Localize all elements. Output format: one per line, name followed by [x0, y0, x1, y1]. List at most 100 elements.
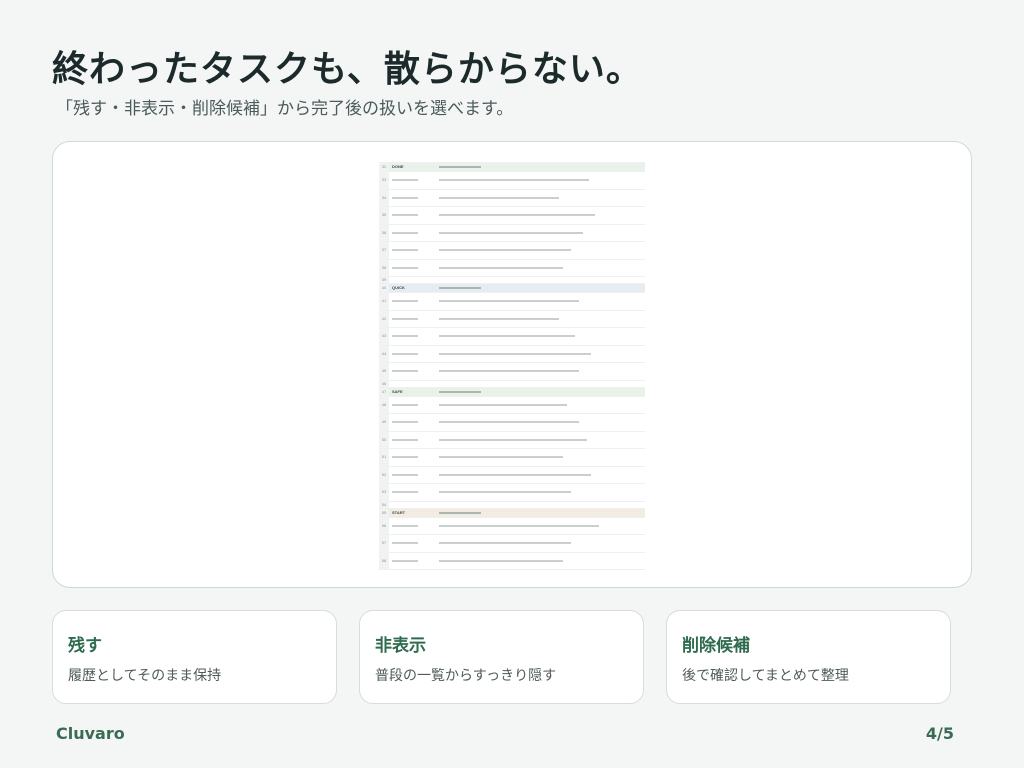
- page-number: 4/5: [925, 724, 954, 743]
- sheet-row-number: 53: [379, 484, 389, 501]
- sheet-row-number: 34: [379, 189, 389, 206]
- sheet-row-number: 41: [379, 293, 389, 310]
- sheet-cell-text: [439, 491, 571, 494]
- sheet-row-number: 44: [379, 345, 389, 362]
- sheet-row: 43: [379, 328, 645, 346]
- slide-headline: 終わったタスクも、散らからない。: [52, 49, 643, 90]
- sheet-row: 56: [379, 517, 645, 535]
- sheet-section-header: 47 SAFE: [379, 387, 645, 397]
- sheet-row-number: 54: [379, 501, 389, 508]
- sheet-cell-label: [392, 491, 418, 494]
- option-title: 非表示: [375, 636, 426, 656]
- sheet-row-number: 58: [379, 552, 389, 569]
- sheet-row: 52: [379, 466, 645, 484]
- sheet-cell-text: [439, 231, 583, 234]
- sheet-row: 41: [379, 293, 645, 311]
- sheet-row-blank: [379, 156, 645, 163]
- sheet-row-number: 51: [379, 449, 389, 466]
- sheet-cell-text: [439, 249, 571, 252]
- sheet-row-blank: 46: [379, 380, 645, 388]
- sheet-cell-label: [392, 473, 418, 476]
- sheet-row: 42: [379, 310, 645, 328]
- sheet-section-label: SAFE: [392, 388, 403, 394]
- sheet-cell-text: [439, 179, 589, 182]
- option-title: 残す: [68, 636, 102, 656]
- sheet-row: 49: [379, 414, 645, 432]
- sheet-row-number: 38: [379, 259, 389, 276]
- sheet-row: 35: [379, 207, 645, 225]
- sheet-row: 37: [379, 242, 645, 260]
- sheet-row-number: 35: [379, 207, 389, 224]
- slide-subline: 「残す・非表示・削除候補」から完了後の扱いを選べます。: [56, 99, 514, 119]
- sheet-row: 38: [379, 259, 645, 277]
- option-card-keep: 残す 履歴としてそのまま保持: [52, 610, 337, 704]
- sheet-cell-label: [392, 403, 418, 406]
- sheet-row: 36: [379, 224, 645, 242]
- sheet-row: 50: [379, 431, 645, 449]
- sheet-cell-text: [439, 266, 563, 269]
- option-card-delete-candidate: 削除候補 後で確認してまとめて整理: [666, 610, 951, 704]
- sheet-row-number: 47: [379, 387, 389, 396]
- sheet-row-number: 45: [379, 363, 389, 380]
- option-card-hide: 非表示 普段の一覧からすっきり隠す: [359, 610, 644, 704]
- sheet-cell-text: [439, 300, 579, 303]
- sheet-cell-text: [439, 524, 599, 527]
- sheet-cell-label: [392, 335, 418, 338]
- sheet-row: 53: [379, 484, 645, 502]
- sheet-row: 57: [379, 535, 645, 553]
- sheet-row-number: 57: [379, 535, 389, 552]
- sheet-section-caption: [439, 390, 481, 393]
- sheet-row-number: 42: [379, 310, 389, 327]
- sheet-section-header: 40 QUICK: [379, 284, 645, 293]
- sheet-row-number: 43: [379, 328, 389, 345]
- sheet-section-label: START: [392, 509, 406, 515]
- sheet-row-number: 33: [379, 172, 389, 189]
- sheet-cell-label: [392, 317, 418, 320]
- sheet-cell-label: [392, 352, 418, 355]
- sheet-cell-text: [439, 559, 563, 562]
- sheet-cell-text: [439, 317, 559, 320]
- sheet-section-caption: [439, 287, 481, 289]
- sheet-row-number: 48: [379, 396, 389, 413]
- sheet-section-caption: [439, 166, 481, 168]
- sheet-cell-text: [439, 438, 587, 441]
- option-description: 後で確認してまとめて整理: [682, 668, 849, 684]
- sheet-cell-label: [392, 266, 418, 269]
- sheet-cell-text: [439, 214, 595, 217]
- sheet-row-number: 46: [379, 380, 389, 387]
- sheet-row-number: 55: [379, 508, 389, 517]
- sheet-cell-text: [439, 542, 571, 545]
- sheet-row-number: 40: [379, 284, 389, 292]
- sheet-row-number: 52: [379, 466, 389, 483]
- sheet-cell-label: [392, 370, 418, 373]
- sheet-row: 44: [379, 345, 645, 363]
- sheet-section-label: QUICK: [392, 285, 405, 290]
- sheet-cell-text: [439, 403, 567, 406]
- sheet-row: 58: [379, 552, 645, 570]
- sheet-cell-label: [392, 456, 418, 459]
- sheet-screenshot: 32 DONE 33 34 35 36 37 38 39 40 QUICK 41 42 43 44 45 46 4…: [379, 156, 645, 570]
- sheet-cell-label: [392, 438, 418, 441]
- brand-name: Cluvaro: [56, 724, 125, 743]
- sheet-cell-label: [392, 231, 418, 234]
- sheet-cell-label: [392, 249, 418, 252]
- sheet-row-number: 32: [379, 163, 389, 171]
- sheet-row-blank: 54: [379, 501, 645, 509]
- sheet-section-header: 55 START: [379, 508, 645, 518]
- sheet-cell-label: [392, 421, 418, 424]
- sheet-row-number: 36: [379, 224, 389, 241]
- sheet-cell-text: [439, 473, 591, 476]
- option-description: 普段の一覧からすっきり隠す: [375, 668, 557, 684]
- sheet-cell-label: [392, 559, 418, 562]
- sheet-section-label: DONE: [392, 164, 404, 169]
- sheet-row: 33: [379, 172, 645, 190]
- sheet-row-number: 56: [379, 517, 389, 534]
- sheet-row-blank: 39: [379, 277, 645, 284]
- sheet-row-number: 50: [379, 431, 389, 448]
- sheet-cell-label: [392, 300, 418, 303]
- sheet-row: 34: [379, 189, 645, 207]
- sheet-cell-text: [439, 421, 579, 424]
- sheet-section-header: 32 DONE: [379, 163, 645, 172]
- option-description: 履歴としてそのまま保持: [68, 668, 222, 684]
- option-title: 削除候補: [682, 636, 750, 656]
